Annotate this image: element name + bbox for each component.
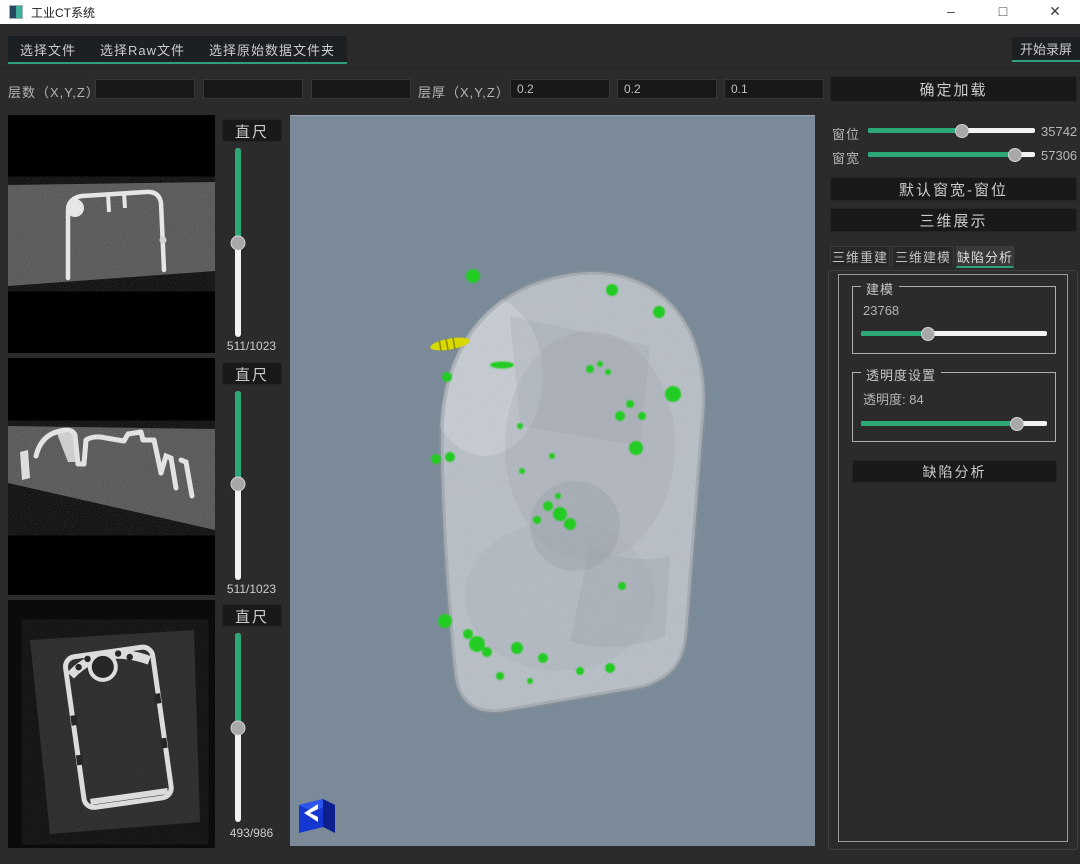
slice-slider-fill-1 [235, 148, 241, 243]
slice-slider-handle-1[interactable] [231, 235, 246, 250]
defect-tab-panel [838, 274, 1068, 842]
layers-x-input[interactable] [95, 79, 195, 99]
vendor-cube-logo [296, 792, 338, 836]
main-area: 选择文件 选择Raw文件 选择原始数据文件夹 开始录屏 层数（X,Y,Z） 层厚… [0, 24, 1080, 864]
layers-z-input[interactable] [311, 79, 411, 99]
opacity-slider-fill [861, 421, 1017, 426]
window-width-slider[interactable] [868, 152, 1035, 157]
thickness-y-input[interactable] [617, 79, 717, 99]
select-file-button[interactable]: 选择文件 [8, 36, 88, 62]
window-width-label: 窗宽 [832, 148, 860, 167]
window-level-handle[interactable] [955, 124, 969, 138]
opacity-group-title: 透明度设置 [861, 365, 941, 384]
slice-slider-1[interactable] [235, 148, 241, 337]
slice-position-2: 511/1023 [218, 582, 285, 596]
slice-slider-fill-2 [235, 391, 241, 484]
maximize-button[interactable]: □ [978, 0, 1028, 24]
opacity-slider[interactable] [861, 421, 1047, 426]
file-toolbar: 选择文件 选择Raw文件 选择原始数据文件夹 [8, 36, 347, 64]
slice-panel-xz: 直尺 511/1023 [8, 358, 285, 596]
window-title: 工业CT系统 [31, 4, 95, 21]
ct-slice-image-1 [8, 115, 215, 353]
slice-slider-handle-2[interactable] [231, 476, 246, 491]
tab-3d-reconstruct[interactable]: 三维重建 [830, 246, 890, 266]
slice-position-1: 511/1023 [218, 339, 285, 353]
opacity-groupbox: 透明度设置 透明度: 84 [852, 372, 1056, 442]
opacity-slider-handle[interactable] [1010, 417, 1024, 431]
defect-analyze-button[interactable]: 缺陷分析 [852, 460, 1057, 483]
slice-panel-xy: 直尺 511/1023 [8, 115, 285, 355]
window-level-slider[interactable] [868, 128, 1035, 133]
window-level-value: 35742 [1041, 124, 1077, 139]
slice-slider-3[interactable] [235, 633, 241, 822]
window-width-value: 57306 [1041, 148, 1077, 163]
window-level-fill [868, 128, 962, 133]
window-width-handle[interactable] [1008, 148, 1022, 162]
minimize-button[interactable]: – [926, 0, 976, 24]
ct-slice-image-3 [8, 600, 215, 848]
modeling-group-title: 建模 [861, 279, 899, 298]
slice-position-3: 493/986 [218, 826, 285, 840]
modeling-groupbox: 建模 23768 [852, 286, 1056, 354]
slice-panel-yz: 直尺 493/986 [8, 600, 285, 850]
select-folder-button[interactable]: 选择原始数据文件夹 [197, 36, 347, 62]
toolbar-separator [0, 68, 1080, 69]
ruler-button-1[interactable]: 直尺 [222, 119, 282, 142]
slice-slider-handle-3[interactable] [231, 720, 246, 735]
modeling-slider[interactable] [861, 331, 1047, 336]
start-record-button[interactable]: 开始录屏 [1012, 37, 1080, 62]
title-bar: 工业CT系统 – □ ✕ [0, 0, 1080, 24]
select-raw-button[interactable]: 选择Raw文件 [88, 36, 197, 62]
thickness-label: 层厚（X,Y,Z） [418, 82, 510, 101]
slice-slider-2[interactable] [235, 391, 241, 580]
tab-3d-modeling[interactable]: 三维建模 [892, 246, 954, 266]
modeling-slider-fill [861, 331, 928, 336]
default-windowing-button[interactable]: 默认窗宽-窗位 [830, 177, 1077, 201]
volume-render [290, 116, 815, 846]
app-icon [9, 5, 23, 19]
layers-label: 层数（X,Y,Z） [8, 82, 100, 101]
slice-slider-fill-3 [235, 633, 241, 728]
window-width-fill [868, 152, 1015, 157]
thickness-x-input[interactable] [510, 79, 610, 99]
tab-defect-analysis[interactable]: 缺陷分析 [956, 246, 1014, 268]
ct-slice-image-2 [8, 358, 215, 595]
thickness-z-input[interactable] [724, 79, 824, 99]
ruler-button-2[interactable]: 直尺 [222, 362, 282, 385]
ruler-button-3[interactable]: 直尺 [222, 604, 282, 627]
close-button[interactable]: ✕ [1030, 0, 1080, 24]
modeling-slider-handle[interactable] [921, 327, 935, 341]
confirm-load-button[interactable]: 确定加载 [830, 76, 1077, 102]
modeling-value: 23768 [863, 303, 899, 318]
window-level-label: 窗位 [832, 124, 860, 143]
display-3d-button[interactable]: 三维展示 [830, 208, 1077, 232]
render-3d-viewport[interactable] [290, 115, 815, 846]
layers-y-input[interactable] [203, 79, 303, 99]
opacity-value-label: 透明度: 84 [863, 389, 924, 408]
